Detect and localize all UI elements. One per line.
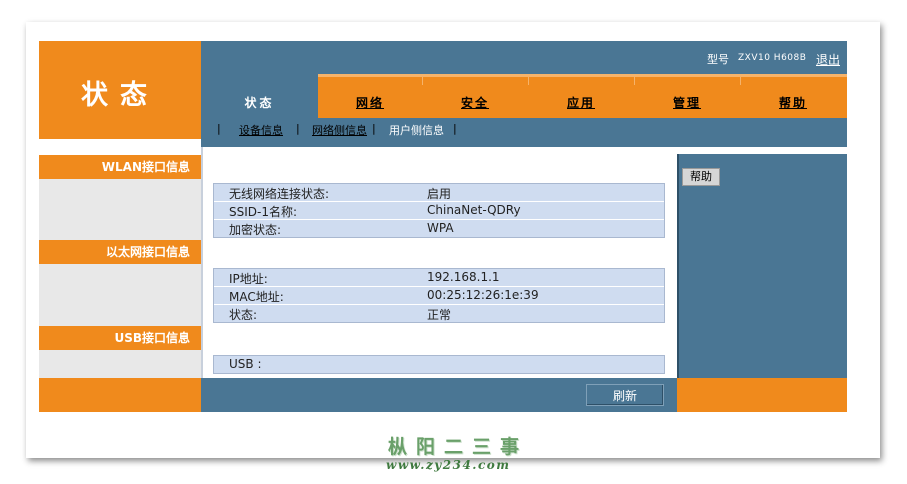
subnav-device-info[interactable]: 设备信息 xyxy=(239,122,283,138)
ethernet-info-table: IP地址: 192.168.1.1 MAC地址: 00:25:12:26:1e:… xyxy=(213,268,665,323)
table-row: 无线网络连接状态: 启用 xyxy=(214,184,664,202)
ethernet-section-title: 以太网接口信息 xyxy=(39,240,201,264)
usb-info-table: USB : xyxy=(213,355,665,374)
content-area xyxy=(201,147,677,378)
subnav-divider: | xyxy=(453,122,457,135)
main-tabs: 状态 网络 安全 应用 管理 帮助 xyxy=(201,74,847,118)
subnav-divider: | xyxy=(372,122,376,135)
row-key: MAC地址: xyxy=(229,290,284,304)
content-top-bar xyxy=(201,139,847,147)
table-row: MAC地址: 00:25:12:26:1e:39 xyxy=(214,287,664,305)
row-key: USB : xyxy=(229,357,262,371)
wlan-section-title: WLAN接口信息 xyxy=(39,155,201,179)
help-button[interactable]: 帮助 xyxy=(682,168,720,186)
row-value: WPA xyxy=(427,221,454,235)
row-value: 正常 xyxy=(427,308,452,322)
tab-divider xyxy=(634,77,635,85)
row-value: 00:25:12:26:1e:39 xyxy=(427,288,539,302)
tab-divider xyxy=(528,77,529,85)
row-key: 状态: xyxy=(229,308,258,322)
left-spacer xyxy=(39,350,201,378)
tab-help[interactable]: 帮助 xyxy=(779,94,807,111)
tab-security[interactable]: 安全 xyxy=(461,94,489,111)
page-title: 状态 xyxy=(81,80,159,111)
model-label: 型号 xyxy=(707,53,729,66)
subnav-divider: | xyxy=(296,122,300,135)
refresh-button[interactable]: 刷新 xyxy=(586,384,664,406)
table-row: 状态: 正常 xyxy=(214,305,664,322)
footer-left xyxy=(39,378,201,412)
tab-divider xyxy=(740,77,741,85)
tab-application[interactable]: 应用 xyxy=(567,94,595,111)
usb-section-title: USB接口信息 xyxy=(39,326,201,350)
footer-bar xyxy=(39,378,847,412)
watermark-url: www.zy234.com xyxy=(386,458,511,472)
tab-network[interactable]: 网络 xyxy=(356,94,384,111)
wlan-info-table: 无线网络连接状态: 启用 SSID-1名称: ChinaNet-QDRy 加密状… xyxy=(213,183,665,238)
footer-right xyxy=(677,378,847,412)
subnav-lan-info[interactable]: 用户侧信息 xyxy=(389,122,444,138)
watermark-name: 枞阳二三事 xyxy=(388,436,529,458)
table-row: USB : xyxy=(214,356,664,373)
subnav-divider: | xyxy=(217,122,221,135)
row-key: 加密状态: xyxy=(229,223,282,237)
tab-status[interactable]: 状态 xyxy=(201,74,318,118)
model-value: ZXV10 H608B xyxy=(738,53,807,63)
help-panel xyxy=(677,154,847,378)
row-key: SSID-1名称: xyxy=(229,205,298,219)
right-panel-top xyxy=(677,147,847,154)
row-value: 启用 xyxy=(427,187,452,201)
table-row: 加密状态: WPA xyxy=(214,220,664,237)
left-spacer xyxy=(39,179,201,240)
tab-management[interactable]: 管理 xyxy=(673,94,701,111)
logo-block: 状态 xyxy=(39,41,201,139)
logout-link[interactable]: 退出 xyxy=(816,51,840,68)
row-key: IP地址: xyxy=(229,272,268,286)
table-row: SSID-1名称: ChinaNet-QDRy xyxy=(214,202,664,220)
row-key: 无线网络连接状态: xyxy=(229,187,330,201)
left-spacer xyxy=(39,264,201,326)
sub-nav: | 设备信息 | 网络侧信息 | 用户侧信息 | xyxy=(201,118,847,139)
subnav-wan-info[interactable]: 网络侧信息 xyxy=(312,122,367,138)
table-row: IP地址: 192.168.1.1 xyxy=(214,269,664,287)
tab-divider xyxy=(422,77,423,85)
row-value: ChinaNet-QDRy xyxy=(427,203,521,217)
row-value: 192.168.1.1 xyxy=(427,270,500,284)
